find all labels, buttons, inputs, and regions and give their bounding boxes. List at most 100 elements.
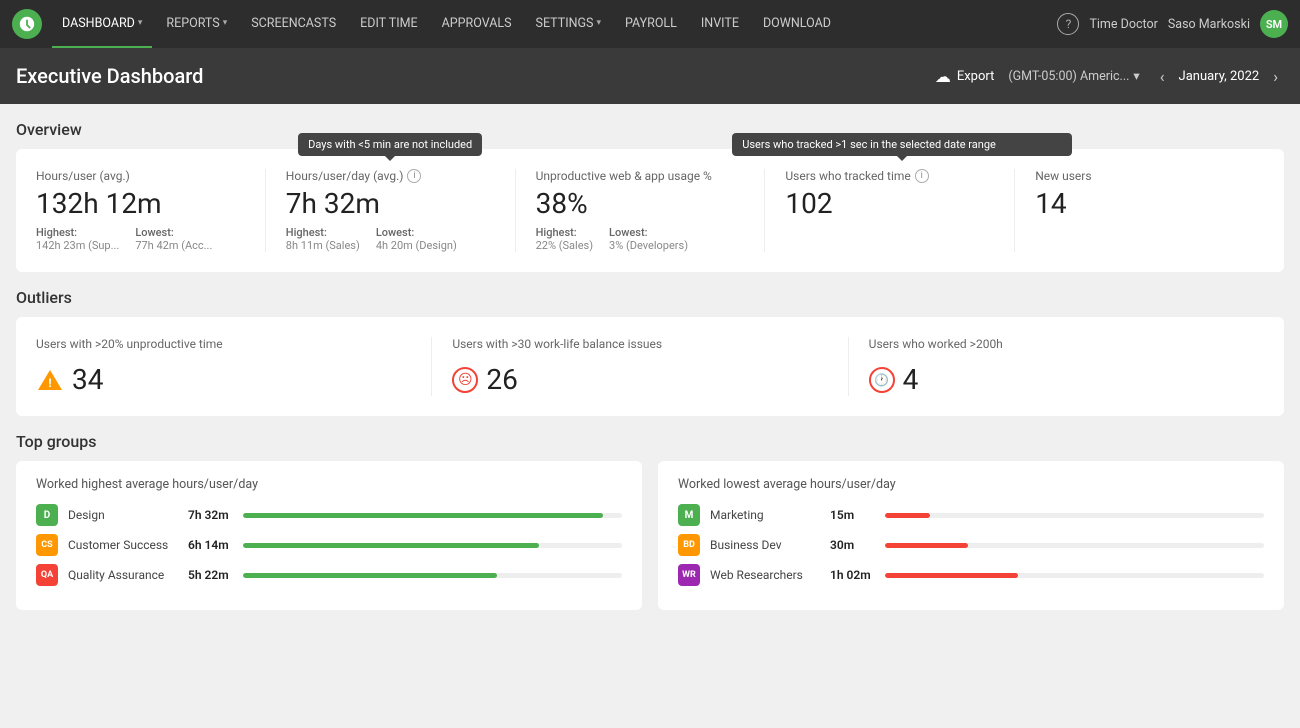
group-time: 15m <box>830 508 875 522</box>
group-badge: WR <box>678 564 700 586</box>
top-groups-row: Worked highest average hours/user/day D … <box>16 461 1284 610</box>
bar-container <box>885 573 1264 578</box>
export-button[interactable]: ☁ Export <box>935 67 995 86</box>
date-label: January, 2022 <box>1179 69 1260 84</box>
metric-value: 132h 12m <box>36 187 245 220</box>
bar-container <box>885 543 1264 548</box>
info-icon[interactable]: i <box>407 169 421 183</box>
navbar: DASHBOARD ▾ REPORTS ▾ SCREENCASTS EDIT T… <box>0 0 1300 48</box>
nav-screencasts[interactable]: SCREENCASTS <box>241 0 346 48</box>
group-time: 6h 14m <box>188 538 233 552</box>
app-logo[interactable] <box>12 9 42 39</box>
group-time: 7h 32m <box>188 508 233 522</box>
metric-lowest: Lowest: 3% (Developers) <box>609 226 688 252</box>
nav-payroll[interactable]: PAYROLL <box>615 0 687 48</box>
chevron-down-icon: ▾ <box>138 18 143 28</box>
group-badge: QA <box>36 564 58 586</box>
tooltip-users-tracked: Users who tracked >1 sec in the selected… <box>732 133 1072 156</box>
nav-download[interactable]: DOWNLOAD <box>753 0 841 48</box>
nav-dashboard[interactable]: DASHBOARD ▾ <box>52 0 152 48</box>
metric-label: New users <box>1035 169 1244 183</box>
bar-container <box>243 573 622 578</box>
outliers-section-title: Outliers <box>16 288 1284 307</box>
sad-face-icon: ☹ <box>452 367 478 393</box>
metric-hours-user: Hours/user (avg.) 132h 12m Highest: 142h… <box>36 169 266 252</box>
metric-sub: Highest: 8h 11m (Sales) Lowest: 4h 20m (… <box>286 226 495 252</box>
company-name: Time Doctor <box>1089 17 1157 32</box>
group-row-bizdev: BD Business Dev 30m <box>678 534 1264 556</box>
metric-value: 102 <box>785 187 994 220</box>
overview-card: Hours/user (avg.) 132h 12m Highest: 142h… <box>16 149 1284 272</box>
metric-value: 38% <box>536 187 745 220</box>
metric-value: 7h 32m <box>286 187 495 220</box>
outliers-card: Users with >20% unproductive time ! 34 U… <box>16 317 1284 416</box>
group-time: 30m <box>830 538 875 552</box>
timezone-selector[interactable]: (GMT-05:00) Americ... ▾ <box>1008 68 1139 84</box>
lowest-groups-card: Worked lowest average hours/user/day M M… <box>658 461 1284 610</box>
help-button[interactable]: ? <box>1057 13 1079 35</box>
metric-label: Users who tracked time i <box>785 169 994 183</box>
nav-approvals[interactable]: APPROVALS <box>432 0 522 48</box>
top-groups-title: Top groups <box>16 432 1284 451</box>
metric-new-users: New users 14 <box>1015 169 1264 252</box>
highest-card-title: Worked highest average hours/user/day <box>36 477 622 492</box>
metric-lowest: Lowest: 4h 20m (Design) <box>376 226 457 252</box>
metric-lowest: Lowest: 77h 42m (Acc... <box>135 226 212 252</box>
chevron-down-icon: ▾ <box>223 18 228 28</box>
metric-users-tracked: Users who tracked >1 sec in the selected… <box>765 169 1015 252</box>
overview-section-title: Overview <box>16 120 1284 139</box>
bar-container <box>243 543 622 548</box>
nav-edit-time[interactable]: EDIT TIME <box>350 0 427 48</box>
group-row-webresearchers: WR Web Researchers 1h 02m <box>678 564 1264 586</box>
chevron-down-icon: ▾ <box>1133 68 1139 84</box>
page-header: Executive Dashboard ☁ Export (GMT-05:00)… <box>0 48 1300 104</box>
metric-sub: Highest: 22% (Sales) Lowest: 3% (Develop… <box>536 226 745 252</box>
outlier-label: Users who worked >200h <box>869 337 1244 351</box>
bar-fill <box>885 573 1018 578</box>
date-navigation: ‹ January, 2022 › <box>1154 65 1284 88</box>
group-row-marketing: M Marketing 15m <box>678 504 1264 526</box>
metric-highest: Highest: 142h 23m (Sup... <box>36 226 119 252</box>
group-badge: D <box>36 504 58 526</box>
outlier-value: 🕐 4 <box>869 363 1244 396</box>
bar-fill <box>243 513 603 518</box>
group-name: Design <box>68 508 178 522</box>
user-avatar[interactable]: SM <box>1260 10 1288 38</box>
bar-fill <box>243 543 539 548</box>
group-row-cs: CS Customer Success 6h 14m <box>36 534 622 556</box>
nav-invite[interactable]: INVITE <box>691 0 749 48</box>
bar-fill <box>243 573 497 578</box>
metric-label: Hours/user/day (avg.) i <box>286 169 495 183</box>
metric-hours-user-day: Days with <5 min are not included Hours/… <box>266 169 516 252</box>
outlier-worklife: Users with >30 work-life balance issues … <box>432 337 848 396</box>
next-date-button[interactable]: › <box>1267 65 1284 88</box>
page-title: Executive Dashboard <box>16 64 935 88</box>
nav-right-section: ? Time Doctor Saso Markoski SM <box>1057 10 1288 38</box>
nav-reports[interactable]: REPORTS ▾ <box>156 0 237 48</box>
metric-label: Unproductive web & app usage % <box>536 169 745 183</box>
bar-container <box>243 513 622 518</box>
warning-icon: ! <box>36 366 64 394</box>
metric-label: Hours/user (avg.) <box>36 169 245 183</box>
user-name: Saso Markoski <box>1168 17 1250 32</box>
group-badge: BD <box>678 534 700 556</box>
group-badge: M <box>678 504 700 526</box>
nav-settings[interactable]: SETTINGS ▾ <box>526 0 611 48</box>
svg-text:!: ! <box>48 376 51 390</box>
prev-date-button[interactable]: ‹ <box>1154 65 1171 88</box>
group-row-qa: QA Quality Assurance 5h 22m <box>36 564 622 586</box>
header-controls: ☁ Export (GMT-05:00) Americ... ▾ ‹ Janua… <box>935 65 1284 88</box>
bar-container <box>885 513 1264 518</box>
outlier-label: Users with >20% unproductive time <box>36 337 411 351</box>
group-name: Customer Success <box>68 538 178 552</box>
outlier-label: Users with >30 work-life balance issues <box>452 337 827 351</box>
info-icon[interactable]: i <box>915 169 929 183</box>
clock-icon: 🕐 <box>869 367 895 393</box>
bar-fill <box>885 513 930 518</box>
outlier-value: ☹ 26 <box>452 363 827 396</box>
outlier-overworked: Users who worked >200h 🕐 4 <box>849 337 1264 396</box>
main-content: Overview Hours/user (avg.) 132h 12m High… <box>0 104 1300 626</box>
outlier-value: ! 34 <box>36 363 411 396</box>
metric-sub: Highest: 142h 23m (Sup... Lowest: 77h 42… <box>36 226 245 252</box>
chevron-down-icon: ▾ <box>596 18 601 28</box>
